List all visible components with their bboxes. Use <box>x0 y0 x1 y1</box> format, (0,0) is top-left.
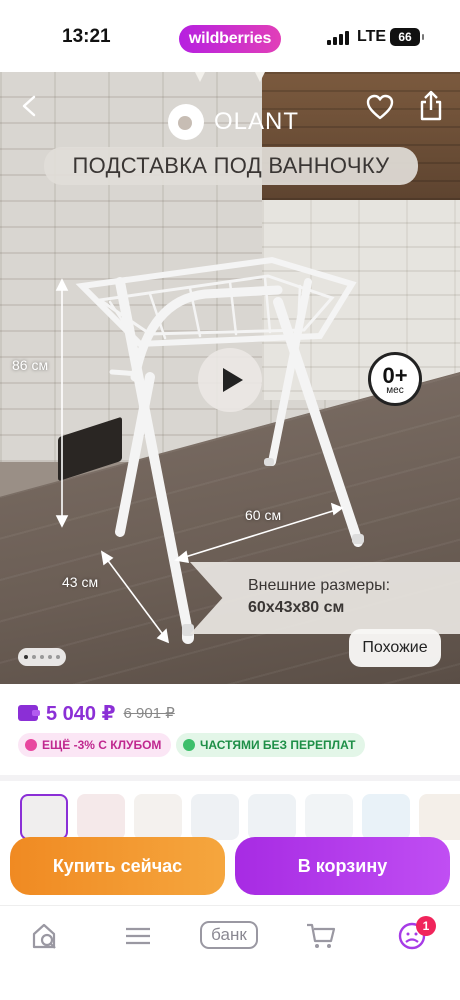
width-dimension: 60 см <box>245 507 282 523</box>
share-icon <box>420 90 442 121</box>
buy-now-button[interactable]: Купить сейчас <box>10 837 225 895</box>
chevron-left-icon <box>22 95 36 117</box>
size-label: Внешние размеры: <box>248 577 391 594</box>
club-chip-label: ЕЩЁ -3% С КЛУБОМ <box>42 738 162 752</box>
menu-icon <box>126 927 150 945</box>
old-price: 6 901 ₽ <box>123 705 175 722</box>
favorite-button[interactable] <box>366 94 394 120</box>
installments-chip[interactable]: ЧАСТЯМИ БЕЗ ПЕРЕПЛАТ <box>176 733 366 757</box>
age-unit: мес <box>386 385 404 396</box>
play-video-button[interactable] <box>198 348 262 412</box>
size-value: 60х43х80 см <box>248 599 345 616</box>
similar-button[interactable]: Похожие <box>349 629 441 667</box>
depth-dimension: 43 см <box>62 574 99 590</box>
brand-logo: OLANT <box>168 104 299 140</box>
gallery-pagination[interactable] <box>18 648 66 666</box>
thumbnail[interactable] <box>77 794 125 840</box>
price-row: 5 040 ₽ 6 901 ₽ <box>18 700 175 726</box>
share-button[interactable] <box>418 90 444 122</box>
nav-bank[interactable]: банк <box>200 921 258 949</box>
thumbnail[interactable] <box>305 794 353 840</box>
parts-chip-label: ЧАСТЯМИ БЕЗ ПЕРЕПЛАТ <box>200 738 356 752</box>
product-gallery[interactable]: OLANT ПОДСТАВКА ПОД ВАННОЧКУ 86 см 60 см… <box>0 72 460 684</box>
heart-icon <box>366 94 394 120</box>
product-title-banner: ПОДСТАВКА ПОД ВАННОЧКУ <box>44 147 418 185</box>
status-bar: 13:21 wildberries LTE 66 <box>0 0 460 72</box>
age-badge: 0+ мес <box>368 352 422 406</box>
current-price: 5 040 ₽ <box>46 702 116 725</box>
battery-icon: 66 <box>390 28 424 46</box>
thumbnail[interactable] <box>20 794 68 840</box>
size-banner: Внешние размеры: 60х43х80 см <box>190 562 460 634</box>
signal-icon <box>327 31 349 45</box>
thumbnail[interactable] <box>362 794 410 840</box>
add-to-cart-button[interactable]: В корзину <box>235 837 450 895</box>
profile-notification-badge: 1 <box>416 916 436 936</box>
brand-name: OLANT <box>214 108 300 135</box>
cart-icon <box>307 923 336 948</box>
thumbnail-strip[interactable] <box>0 790 460 840</box>
status-time: 13:21 <box>62 26 111 47</box>
height-dimension: 86 см <box>12 357 49 373</box>
brand-mark-icon <box>168 104 204 140</box>
bottom-nav: банк 1 <box>0 905 460 1000</box>
club-star-icon <box>25 739 37 751</box>
divider <box>0 775 460 781</box>
nav-cart[interactable] <box>304 920 344 952</box>
app-pill[interactable]: wildberries <box>179 25 281 53</box>
thumbnail[interactable] <box>248 794 296 840</box>
network-label: LTE <box>357 28 387 45</box>
clover-icon <box>183 739 195 751</box>
club-discount-chip[interactable]: ЕЩЁ -3% С КЛУБОМ <box>18 733 172 757</box>
nav-catalog[interactable] <box>122 920 162 952</box>
thumbnail[interactable] <box>134 794 182 840</box>
back-button[interactable] <box>18 94 42 118</box>
thumbnail[interactable] <box>191 794 239 840</box>
nav-home[interactable] <box>28 920 68 952</box>
wallet-icon <box>18 705 40 721</box>
home-search-icon <box>32 923 56 949</box>
thumbnail[interactable] <box>419 794 460 840</box>
